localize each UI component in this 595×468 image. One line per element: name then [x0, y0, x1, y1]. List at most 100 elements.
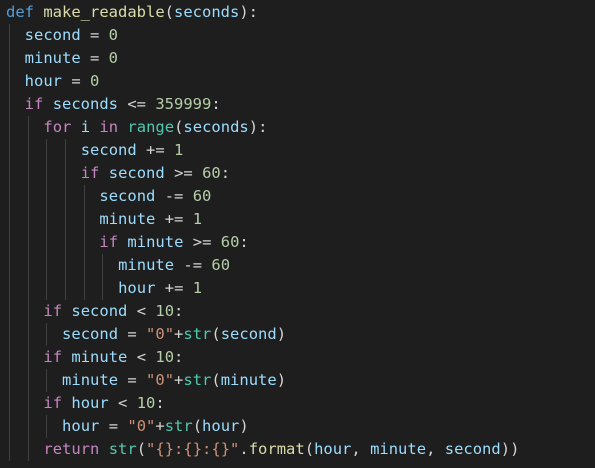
- code-token: ): [276, 371, 287, 389]
- code-token: str: [108, 440, 137, 458]
- code-token: +=: [155, 210, 193, 228]
- code-line[interactable]: def make_readable(seconds):: [0, 1, 595, 24]
- code-content: minute = "0"+str(minute): [6, 371, 286, 389]
- code-line[interactable]: return str("{}:{}:{}".format(hour, minut…: [0, 438, 595, 461]
- code-content: minute = 0: [6, 49, 118, 67]
- code-token: second: [444, 440, 501, 458]
- code-line[interactable]: second += 1: [0, 139, 595, 162]
- code-token: minute: [62, 371, 119, 389]
- code-line[interactable]: hour = "0"+str(hour): [0, 415, 595, 438]
- code-line[interactable]: minute = 0: [0, 47, 595, 70]
- code-line[interactable]: if seconds <= 359999:: [0, 93, 595, 116]
- code-token: hour: [71, 394, 109, 412]
- code-token: def: [6, 3, 34, 21]
- code-token: (: [304, 440, 315, 458]
- code-token: 1: [192, 279, 203, 297]
- code-token: for: [43, 118, 72, 136]
- code-token: (: [192, 417, 203, 435]
- code-token: (: [211, 325, 221, 343]
- code-token: hour: [62, 417, 100, 435]
- code-token: "0": [146, 371, 175, 389]
- code-token: +: [155, 417, 165, 435]
- code-line[interactable]: minute -= 60: [0, 254, 595, 277]
- code-line[interactable]: if second < 10:: [0, 300, 595, 323]
- code-content: minute -= 60: [6, 256, 230, 274]
- code-content: second = "0"+str(second): [6, 325, 286, 343]
- code-token: seconds: [183, 118, 249, 136]
- code-token: :: [220, 164, 231, 182]
- code-token: (: [136, 440, 147, 458]
- code-editor[interactable]: def make_readable(seconds): second = 0 min…: [0, 0, 595, 468]
- code-token: hour: [24, 72, 62, 90]
- code-token: 0: [90, 72, 100, 90]
- code-line[interactable]: second = 0: [0, 24, 595, 47]
- code-token: in: [99, 118, 119, 136]
- code-token: 359999: [155, 95, 212, 113]
- code-line[interactable]: if minute < 10:: [0, 346, 595, 369]
- code-line[interactable]: if second >= 60:: [0, 162, 595, 185]
- code-token: +=: [136, 141, 175, 159]
- code-content: second = 0: [6, 26, 118, 44]
- code-content: hour = 0: [6, 72, 100, 90]
- code-line[interactable]: second = "0"+str(second): [0, 323, 595, 346]
- code-token: second: [24, 26, 81, 44]
- code-content: def make_readable(seconds):: [6, 3, 258, 21]
- code-token: <: [127, 302, 156, 320]
- code-token: -=: [155, 187, 193, 205]
- code-token: if: [99, 233, 119, 251]
- code-content: if hour < 10:: [6, 394, 165, 412]
- code-token: 60: [202, 164, 221, 182]
- code-token: 10: [155, 348, 175, 366]
- code-line[interactable]: if minute >= 60:: [0, 231, 595, 254]
- code-token: 60: [211, 256, 231, 274]
- code-token: "0": [146, 325, 175, 343]
- code-token: <: [108, 394, 137, 412]
- code-token: hour: [314, 440, 352, 458]
- code-content: return str("{}:{}:{}".format(hour, minut…: [6, 440, 519, 458]
- code-token: >=: [183, 233, 221, 251]
- code-token: make_readable: [43, 3, 165, 21]
- code-content: if minute >= 60:: [6, 233, 248, 251]
- code-token: second: [99, 187, 156, 205]
- code-token: i: [80, 118, 91, 136]
- code-token: ):: [248, 118, 268, 136]
- code-line[interactable]: hour += 1: [0, 277, 595, 300]
- code-line[interactable]: minute += 1: [0, 208, 595, 231]
- code-content: second += 1: [6, 141, 184, 159]
- code-token: hour: [202, 417, 240, 435]
- code-token: minute: [99, 210, 156, 228]
- code-token: second: [220, 325, 277, 343]
- code-token: 10: [155, 302, 175, 320]
- code-token: if: [43, 394, 63, 412]
- code-token: second: [108, 164, 165, 182]
- code-line[interactable]: minute = "0"+str(minute): [0, 369, 595, 392]
- code-token: 0: [108, 49, 119, 67]
- code-token: .: [239, 440, 249, 458]
- code-token: ,: [426, 440, 445, 458]
- code-token: minute: [370, 440, 427, 458]
- code-token: :: [155, 394, 165, 412]
- code-token: =: [80, 49, 109, 67]
- code-token: :: [174, 302, 184, 320]
- code-line[interactable]: hour = 0: [0, 70, 595, 93]
- code-line[interactable]: if hour < 10:: [0, 392, 595, 415]
- code-token: hour: [118, 279, 156, 297]
- code-token: str: [183, 371, 212, 389]
- code-token: :: [174, 348, 184, 366]
- code-content: hour += 1: [6, 279, 202, 297]
- code-token: if: [43, 348, 63, 366]
- code-line[interactable]: second -= 60: [0, 185, 595, 208]
- code-token: =: [118, 325, 147, 343]
- code-line[interactable]: for i in range(seconds):: [0, 116, 595, 139]
- code-token: range: [127, 118, 175, 136]
- code-token: "0": [127, 417, 156, 435]
- code-token: minute: [127, 233, 184, 251]
- code-content: minute += 1: [6, 210, 202, 228]
- code-token: +: [174, 325, 184, 343]
- code-token: ): [276, 325, 287, 343]
